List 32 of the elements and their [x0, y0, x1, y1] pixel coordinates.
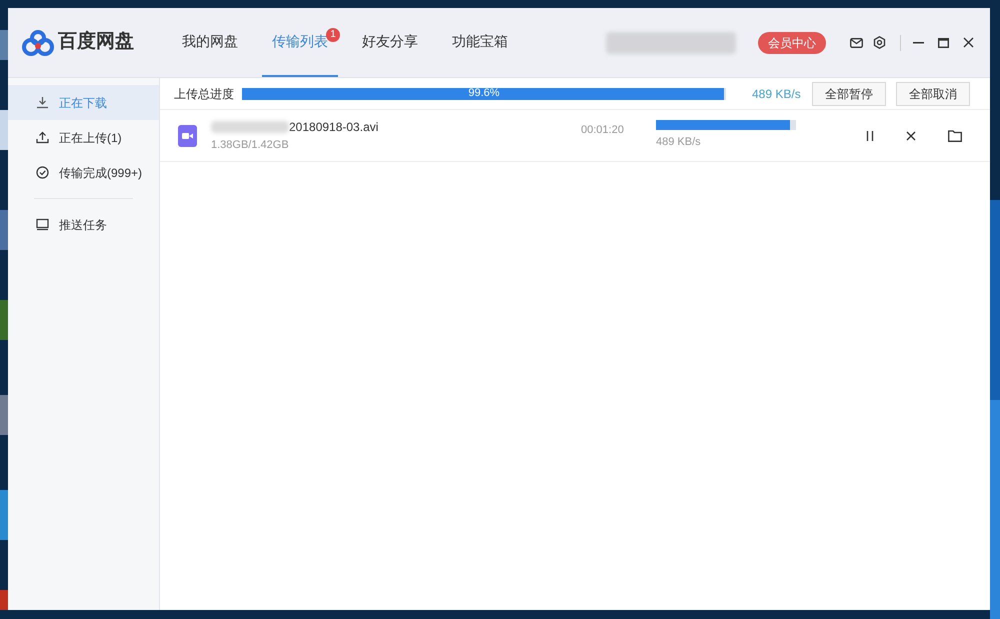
download-icon	[36, 96, 49, 109]
toolbar-button[interactable]: 全部取消	[896, 82, 970, 106]
file-name: 20180918-03.avi	[289, 118, 378, 136]
monitor-icon	[36, 218, 49, 231]
cloud-logo-icon	[22, 30, 54, 56]
close-icon[interactable]	[906, 130, 916, 140]
toolbar-button[interactable]: 全部暂停	[812, 82, 886, 106]
notification-badge: 1	[326, 28, 340, 42]
time-remaining: 00:01:20	[581, 123, 625, 138]
upload-icon	[36, 131, 49, 144]
close-icon[interactable]	[963, 37, 974, 48]
upload-speed: 489 KB/s	[752, 86, 801, 102]
video-file-icon	[178, 124, 197, 146]
file-size: 1.38GB/1.42GB	[211, 138, 290, 153]
minimize-icon[interactable]	[913, 42, 924, 44]
sidebar-item[interactable]: 传输完成(999+)	[8, 155, 159, 190]
progress-percent: 99.6%	[467, 88, 501, 100]
folder-icon[interactable]	[948, 130, 962, 142]
vip-button[interactable]: 会员中心	[758, 32, 826, 54]
mail-icon[interactable]	[850, 38, 863, 48]
app-name: 百度网盘	[58, 30, 134, 54]
progress-label: 上传总进度	[174, 86, 235, 102]
pause-icon[interactable]	[866, 130, 874, 140]
sidebar-item[interactable]: 推送任务	[8, 207, 159, 242]
download-speed: 489 KB/s	[656, 135, 702, 150]
nav-tab[interactable]: 好友分享	[352, 8, 428, 77]
maximize-icon[interactable]	[938, 38, 949, 48]
sidebar-item[interactable]: 正在上传(1)	[8, 120, 159, 155]
nav-tab[interactable]: 功能宝箱	[442, 8, 518, 77]
check-circle-icon	[36, 166, 49, 179]
nav-tab[interactable]: 我的网盘	[172, 8, 248, 77]
settings-icon[interactable]	[873, 36, 886, 49]
